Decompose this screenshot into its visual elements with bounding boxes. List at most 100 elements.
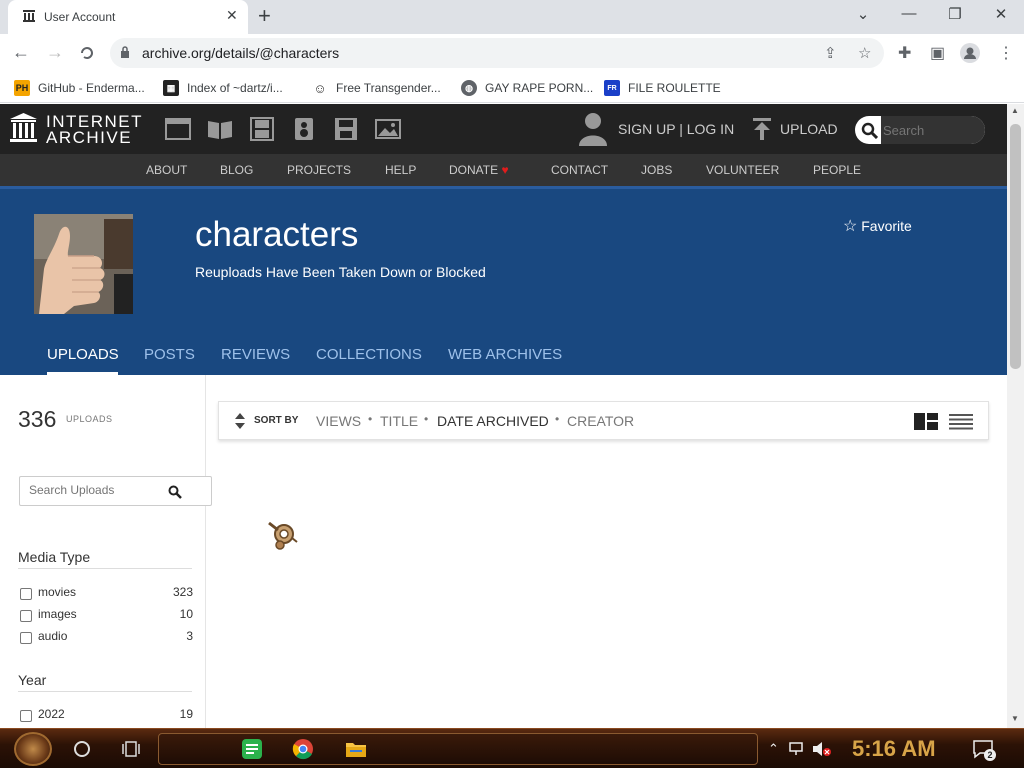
- menu-about[interactable]: ABOUT: [146, 163, 187, 177]
- profile-name: characters: [195, 215, 359, 254]
- ia-search-input[interactable]: [883, 120, 979, 140]
- bookmark-star-icon[interactable]: ☆: [858, 44, 871, 62]
- restore-icon[interactable]: ❐: [943, 5, 967, 23]
- menu-volunteer[interactable]: VOLUNTEER: [706, 163, 779, 177]
- profile-icon[interactable]: [960, 43, 980, 63]
- ia-search-box: [855, 116, 985, 144]
- scroll-up-icon[interactable]: ▲: [1011, 106, 1019, 115]
- web-icon[interactable]: [165, 117, 191, 141]
- url-text: archive.org/details/@characters: [142, 45, 340, 61]
- share-icon[interactable]: ⇪: [824, 44, 837, 62]
- bookmark-item[interactable]: ▦ Index of ~dartz/i...: [163, 79, 283, 97]
- forward-icon[interactable]: →: [44, 42, 66, 63]
- tab-reviews[interactable]: REVIEWS: [221, 346, 290, 363]
- tab-web-archives[interactable]: WEB ARCHIVES: [448, 346, 562, 363]
- scrollbar-thumb[interactable]: [1010, 124, 1021, 369]
- checkbox[interactable]: [20, 710, 32, 722]
- video-icon[interactable]: [249, 117, 275, 141]
- favorite-button[interactable]: ☆ Favorite: [843, 216, 912, 236]
- tab-title: User Account: [44, 10, 116, 24]
- lock-icon: [121, 46, 129, 58]
- cortana-search-icon[interactable]: [74, 741, 90, 757]
- search-icon[interactable]: [168, 485, 182, 499]
- bookmark-item[interactable]: ☺ Free Transgender...: [312, 79, 441, 97]
- loading-spinner-icon: [268, 521, 298, 550]
- texts-icon[interactable]: [207, 117, 233, 141]
- facet-row[interactable]: 2022 19: [18, 707, 193, 723]
- menu-jobs[interactable]: JOBS: [641, 163, 672, 177]
- address-bar[interactable]: archive.org/details/@characters ⇪ ☆: [110, 38, 884, 68]
- ia-main-menu: ABOUT BLOG PROJECTS HELP DONATE ♥ CONTAC…: [0, 154, 1007, 186]
- tab-search-chevron-icon[interactable]: ⌄: [851, 5, 875, 23]
- checkbox[interactable]: [20, 610, 32, 622]
- menu-contact[interactable]: CONTACT: [551, 163, 608, 177]
- back-icon[interactable]: ←: [10, 42, 32, 63]
- sort-bar: SORT BY VIEWS • TITLE • DATE ARCHIVED • …: [218, 401, 989, 440]
- side-panel-icon[interactable]: ▣: [930, 43, 945, 63]
- sort-by-label: SORT BY: [254, 415, 299, 426]
- sort-option-title[interactable]: TITLE: [380, 413, 418, 429]
- menu-help[interactable]: HELP: [385, 163, 416, 177]
- tab-uploads[interactable]: UPLOADS: [47, 346, 119, 363]
- checkbox[interactable]: [20, 588, 32, 600]
- archive-building-icon: [10, 113, 37, 142]
- page-scrollbar[interactable]: ▲ ▼: [1007, 104, 1024, 728]
- bookmark-item[interactable]: FR FILE ROULETTE: [604, 79, 721, 97]
- menu-donate[interactable]: DONATE ♥: [449, 163, 509, 177]
- stop-loading-icon[interactable]: [78, 44, 96, 62]
- grid-view-icon[interactable]: [914, 413, 938, 430]
- minimize-icon[interactable]: —: [897, 5, 921, 22]
- menu-blog[interactable]: BLOG: [220, 163, 253, 177]
- tab-posts[interactable]: POSTS: [144, 346, 195, 363]
- separator-dot: •: [555, 412, 560, 426]
- profile-banner: characters Reuploads Have Been Taken Dow…: [0, 186, 1007, 376]
- media-type-heading: Media Type: [18, 549, 91, 565]
- task-view-icon[interactable]: [122, 740, 140, 758]
- search-uploads-input[interactable]: [29, 483, 169, 497]
- checkbox[interactable]: [20, 632, 32, 644]
- close-tab-icon[interactable]: ✕: [226, 7, 238, 24]
- browser-toolbar: ← → archive.org/details/@characters ⇪ ☆ …: [0, 34, 1024, 72]
- sort-option-creator[interactable]: CREATOR: [567, 413, 634, 429]
- software-icon[interactable]: [333, 117, 359, 141]
- ia-top-nav: INTERNET ARCHIVE SIGN UP | LOG IN UPLOAD: [0, 104, 1007, 154]
- sort-option-date-archived[interactable]: DATE ARCHIVED: [437, 413, 549, 429]
- chrome-icon[interactable]: [292, 738, 314, 760]
- menu-projects[interactable]: PROJECTS: [287, 163, 351, 177]
- bookmark-item[interactable]: ◍ GAY RAPE PORN...: [461, 79, 593, 97]
- sort-option-views[interactable]: VIEWS: [316, 413, 361, 429]
- taskbar-apps: [158, 733, 758, 765]
- upload-icon[interactable]: [752, 118, 772, 140]
- close-window-icon[interactable]: ✕: [989, 5, 1013, 23]
- notes-app-icon[interactable]: [241, 738, 263, 760]
- audio-icon[interactable]: [291, 117, 317, 141]
- upload-link[interactable]: UPLOAD: [780, 121, 838, 137]
- user-icon[interactable]: [579, 112, 607, 146]
- facet-row[interactable]: audio 3: [18, 629, 193, 645]
- menu-kebab-icon[interactable]: ⋮: [998, 43, 1014, 63]
- browser-tab[interactable]: User Account ✕: [8, 0, 248, 34]
- facet-row[interactable]: images 10: [18, 607, 193, 623]
- file-explorer-icon[interactable]: [345, 738, 367, 760]
- clock[interactable]: 5:16 AM: [852, 736, 936, 762]
- network-icon[interactable]: [789, 742, 805, 756]
- facet-row[interactable]: movies 323: [18, 585, 193, 601]
- menu-people[interactable]: PEOPLE: [813, 163, 861, 177]
- tray-overflow-icon[interactable]: ⌃: [768, 741, 779, 757]
- bookmark-item[interactable]: PH GitHub - Enderma...: [14, 79, 145, 97]
- logo-text-line2: ARCHIVE: [46, 128, 133, 147]
- tab-collections[interactable]: COLLECTIONS: [316, 346, 422, 363]
- extensions-icon[interactable]: ✚: [898, 43, 911, 63]
- profile-description: Reuploads Have Been Taken Down or Blocke…: [195, 264, 486, 280]
- upload-count-label: UPLOADS: [66, 414, 113, 424]
- scroll-down-icon[interactable]: ▼: [1011, 714, 1019, 723]
- list-view-icon[interactable]: [949, 414, 973, 430]
- sort-arrows-icon[interactable]: [234, 412, 246, 430]
- new-tab-icon[interactable]: +: [258, 5, 271, 27]
- index-icon: ▦: [163, 80, 179, 96]
- start-button-icon[interactable]: [14, 732, 52, 766]
- images-icon[interactable]: [375, 117, 401, 141]
- search-icon[interactable]: [861, 122, 878, 139]
- volume-muted-icon[interactable]: [812, 741, 832, 757]
- sign-up-log-in-link[interactable]: SIGN UP | LOG IN: [618, 121, 734, 137]
